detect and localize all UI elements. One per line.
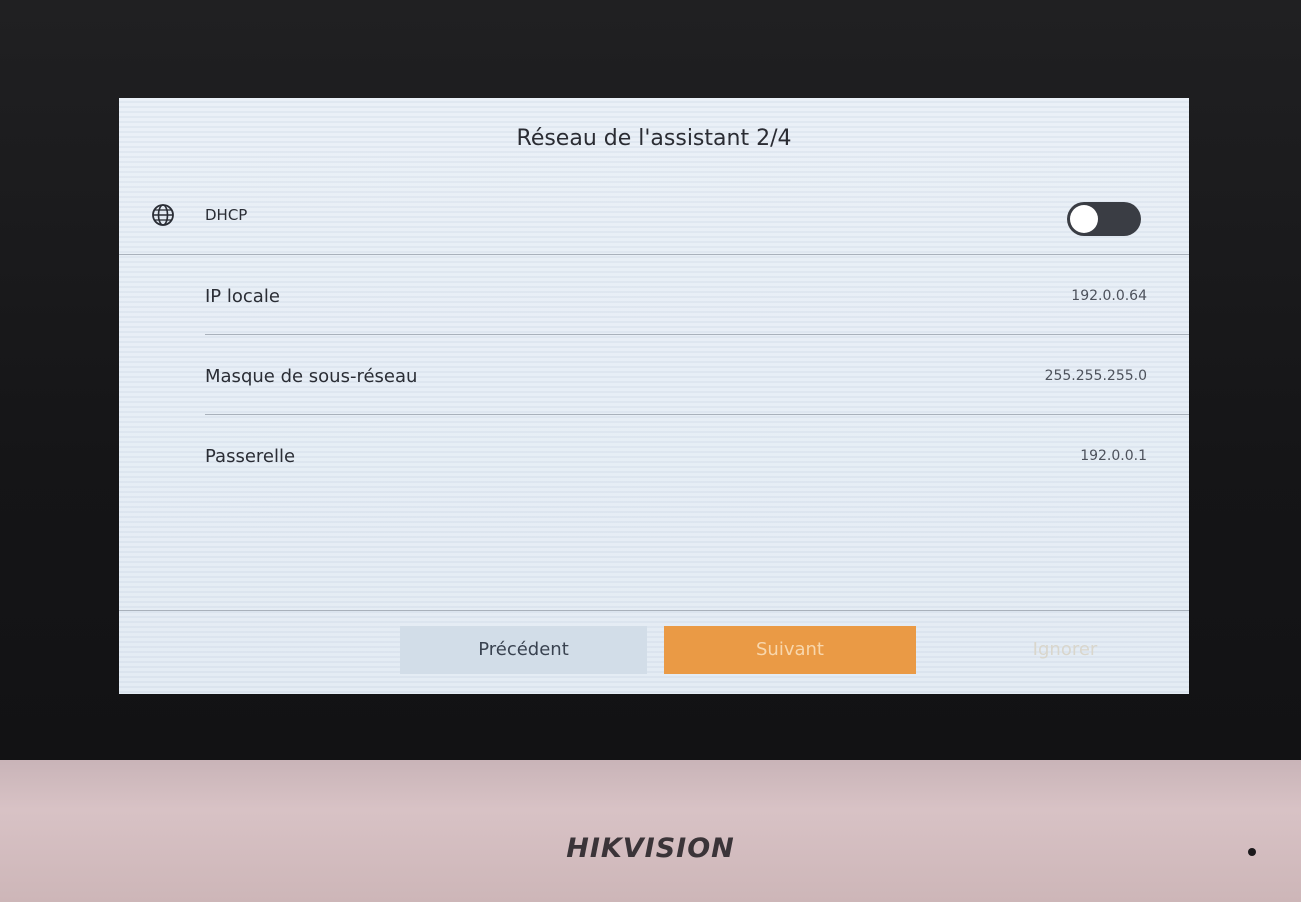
device-bottom-panel	[0, 760, 1301, 902]
skip-button[interactable]: Ignorer	[999, 626, 1131, 674]
globe-icon	[152, 204, 174, 226]
wizard-screen: Réseau de l'assistant 2/4 DHCP IP locale…	[119, 98, 1189, 694]
divider	[119, 254, 1189, 255]
subnet-mask-value: 255.255.255.0	[1044, 368, 1147, 384]
ip-local-row[interactable]: IP locale 192.0.0.64	[119, 264, 1189, 334]
previous-button[interactable]: Précédent	[400, 626, 647, 674]
ip-local-value: 192.0.0.64	[1071, 288, 1147, 304]
subnet-mask-label: Masque de sous-réseau	[205, 366, 418, 387]
divider	[205, 414, 1189, 415]
ip-local-label: IP locale	[205, 286, 280, 307]
footer-divider	[119, 610, 1189, 611]
toggle-knob	[1070, 205, 1098, 233]
dhcp-row: DHCP	[119, 184, 1189, 254]
gateway-value: 192.0.0.1	[1080, 448, 1147, 464]
next-button[interactable]: Suivant	[664, 626, 916, 674]
dhcp-toggle[interactable]	[1067, 202, 1141, 236]
subnet-mask-row[interactable]: Masque de sous-réseau 255.255.255.0	[119, 344, 1189, 414]
page-title: Réseau de l'assistant 2/4	[516, 126, 792, 151]
divider	[205, 334, 1189, 335]
brand-logo: HIKVISION	[566, 833, 735, 864]
dhcp-label: DHCP	[205, 206, 248, 224]
sensor-dot	[1248, 848, 1256, 856]
gateway-label: Passerelle	[205, 446, 296, 467]
gateway-row[interactable]: Passerelle 192.0.0.1	[119, 424, 1189, 494]
